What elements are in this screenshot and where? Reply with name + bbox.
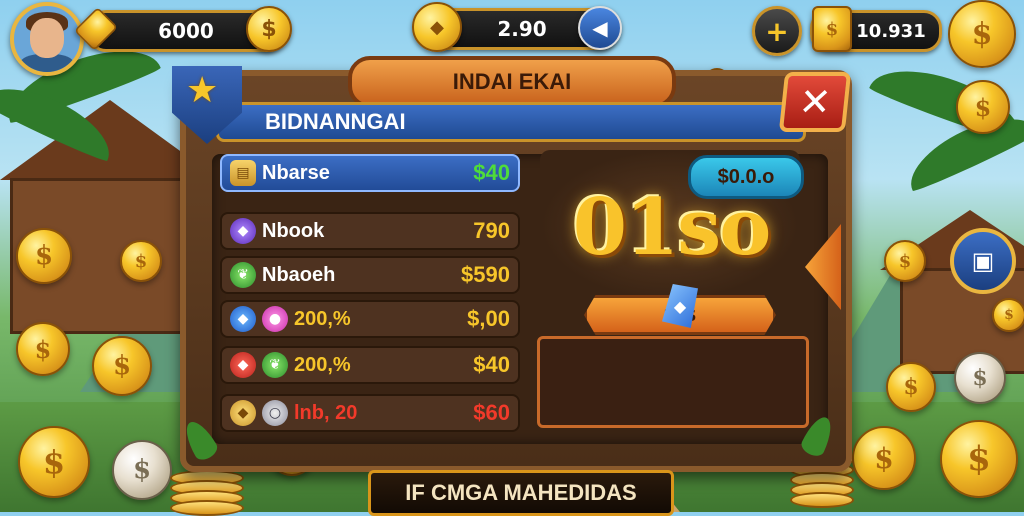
red-gem-icon: ◆ xyxy=(230,352,256,378)
shop-row-name: 200,% xyxy=(294,307,351,330)
star-icon: ★ xyxy=(186,70,219,111)
gold-shield-icon: ◆ xyxy=(412,2,462,52)
add-label: + xyxy=(765,14,789,48)
player-avatar[interactable] xyxy=(10,2,84,76)
shop-row-4[interactable]: ◆ ● 200,% $,00 xyxy=(220,300,520,338)
panel-subheader: BIDNANNGAI xyxy=(216,102,806,142)
shop-row-1[interactable]: ▤ Nbarse $40 xyxy=(220,154,520,192)
close-button[interactable]: ✕ xyxy=(778,72,852,132)
coin-icon: $ xyxy=(992,298,1024,332)
empty-slot xyxy=(537,336,809,428)
coin-icon: $ xyxy=(884,240,926,282)
green-leaf-icon: ❦ xyxy=(230,262,256,288)
coin-icon: $ xyxy=(16,228,72,284)
panel-subtitle: BIDNANNGAI xyxy=(265,109,406,134)
shop-row-name: Nbarse xyxy=(262,161,330,184)
add-button[interactable]: + xyxy=(752,6,802,56)
silver-ring-icon: ○ xyxy=(262,400,288,426)
coin-icon: $ xyxy=(948,0,1016,68)
shop-row-price: $40 xyxy=(473,352,510,377)
coin-icon: $ xyxy=(940,420,1018,498)
shop-row-price: $40 xyxy=(473,160,510,185)
center-value: 2.90 xyxy=(497,17,547,41)
coin-add-button[interactable]: $ xyxy=(246,6,292,52)
coin-icon: $ xyxy=(852,426,916,490)
shop-row-3[interactable]: ❦ Nbaoeh $590 xyxy=(220,256,520,294)
coin-stack-icon: $ xyxy=(812,6,852,52)
coin-icon: $ xyxy=(956,80,1010,134)
coin-icon: $ xyxy=(18,426,90,498)
jar-icon: ▤ xyxy=(230,160,256,186)
back-arrow-button[interactable]: ◀ xyxy=(578,6,622,50)
panel-title-banner: INDAI EKAI xyxy=(348,56,676,108)
coin-icon: $ xyxy=(92,336,152,396)
gold-nugget-icon: ◆ xyxy=(230,400,256,426)
silver-coin-icon: $ xyxy=(954,352,1006,404)
bottom-banner-label: IF CMGA MAHEDIDAS xyxy=(405,480,637,505)
shop-row-price: $,00 xyxy=(467,306,510,331)
shop-row-price: 790 xyxy=(473,218,510,243)
purple-orb-icon: ◆ xyxy=(230,218,256,244)
shop-row-name: Nbaoeh xyxy=(262,263,336,286)
shop-row-6[interactable]: ◆ ○ lnb, 20 $60 xyxy=(220,394,520,432)
side-badge-button[interactable]: ▣ xyxy=(950,228,1016,294)
shop-row-name: Nbook xyxy=(262,219,325,242)
coin-icon: $ xyxy=(886,362,936,412)
shop-row-price: $60 xyxy=(473,400,510,425)
green-gem-icon: ❦ xyxy=(262,352,288,378)
close-icon: ✕ xyxy=(796,80,834,124)
coin-icon: $ xyxy=(120,240,162,282)
shop-row-2[interactable]: ◆ Nbook 790 xyxy=(220,212,520,250)
panel-title: INDAI EKAI xyxy=(452,69,572,94)
coin-stack xyxy=(170,470,244,516)
shop-row-name: lnb, 20 xyxy=(294,401,358,424)
prize-price-tag[interactable]: $0.0.o xyxy=(688,155,804,199)
pink-orb-icon: ● xyxy=(262,306,288,332)
silver-coin-icon: $ xyxy=(112,440,172,500)
blue-gem-icon: ◆ xyxy=(230,306,256,332)
shop-row-name: 200,% xyxy=(294,353,351,376)
coin-balance-value: 6000 xyxy=(158,19,214,43)
shop-row-5[interactable]: ◆ ❦ 200,% $40 xyxy=(220,346,520,384)
shop-row-price: $590 xyxy=(461,262,510,287)
bottom-banner[interactable]: IF CMGA MAHEDIDAS xyxy=(368,470,674,516)
prize-price-value: $0.0.o xyxy=(717,165,775,188)
coin-icon: $ xyxy=(16,322,70,376)
